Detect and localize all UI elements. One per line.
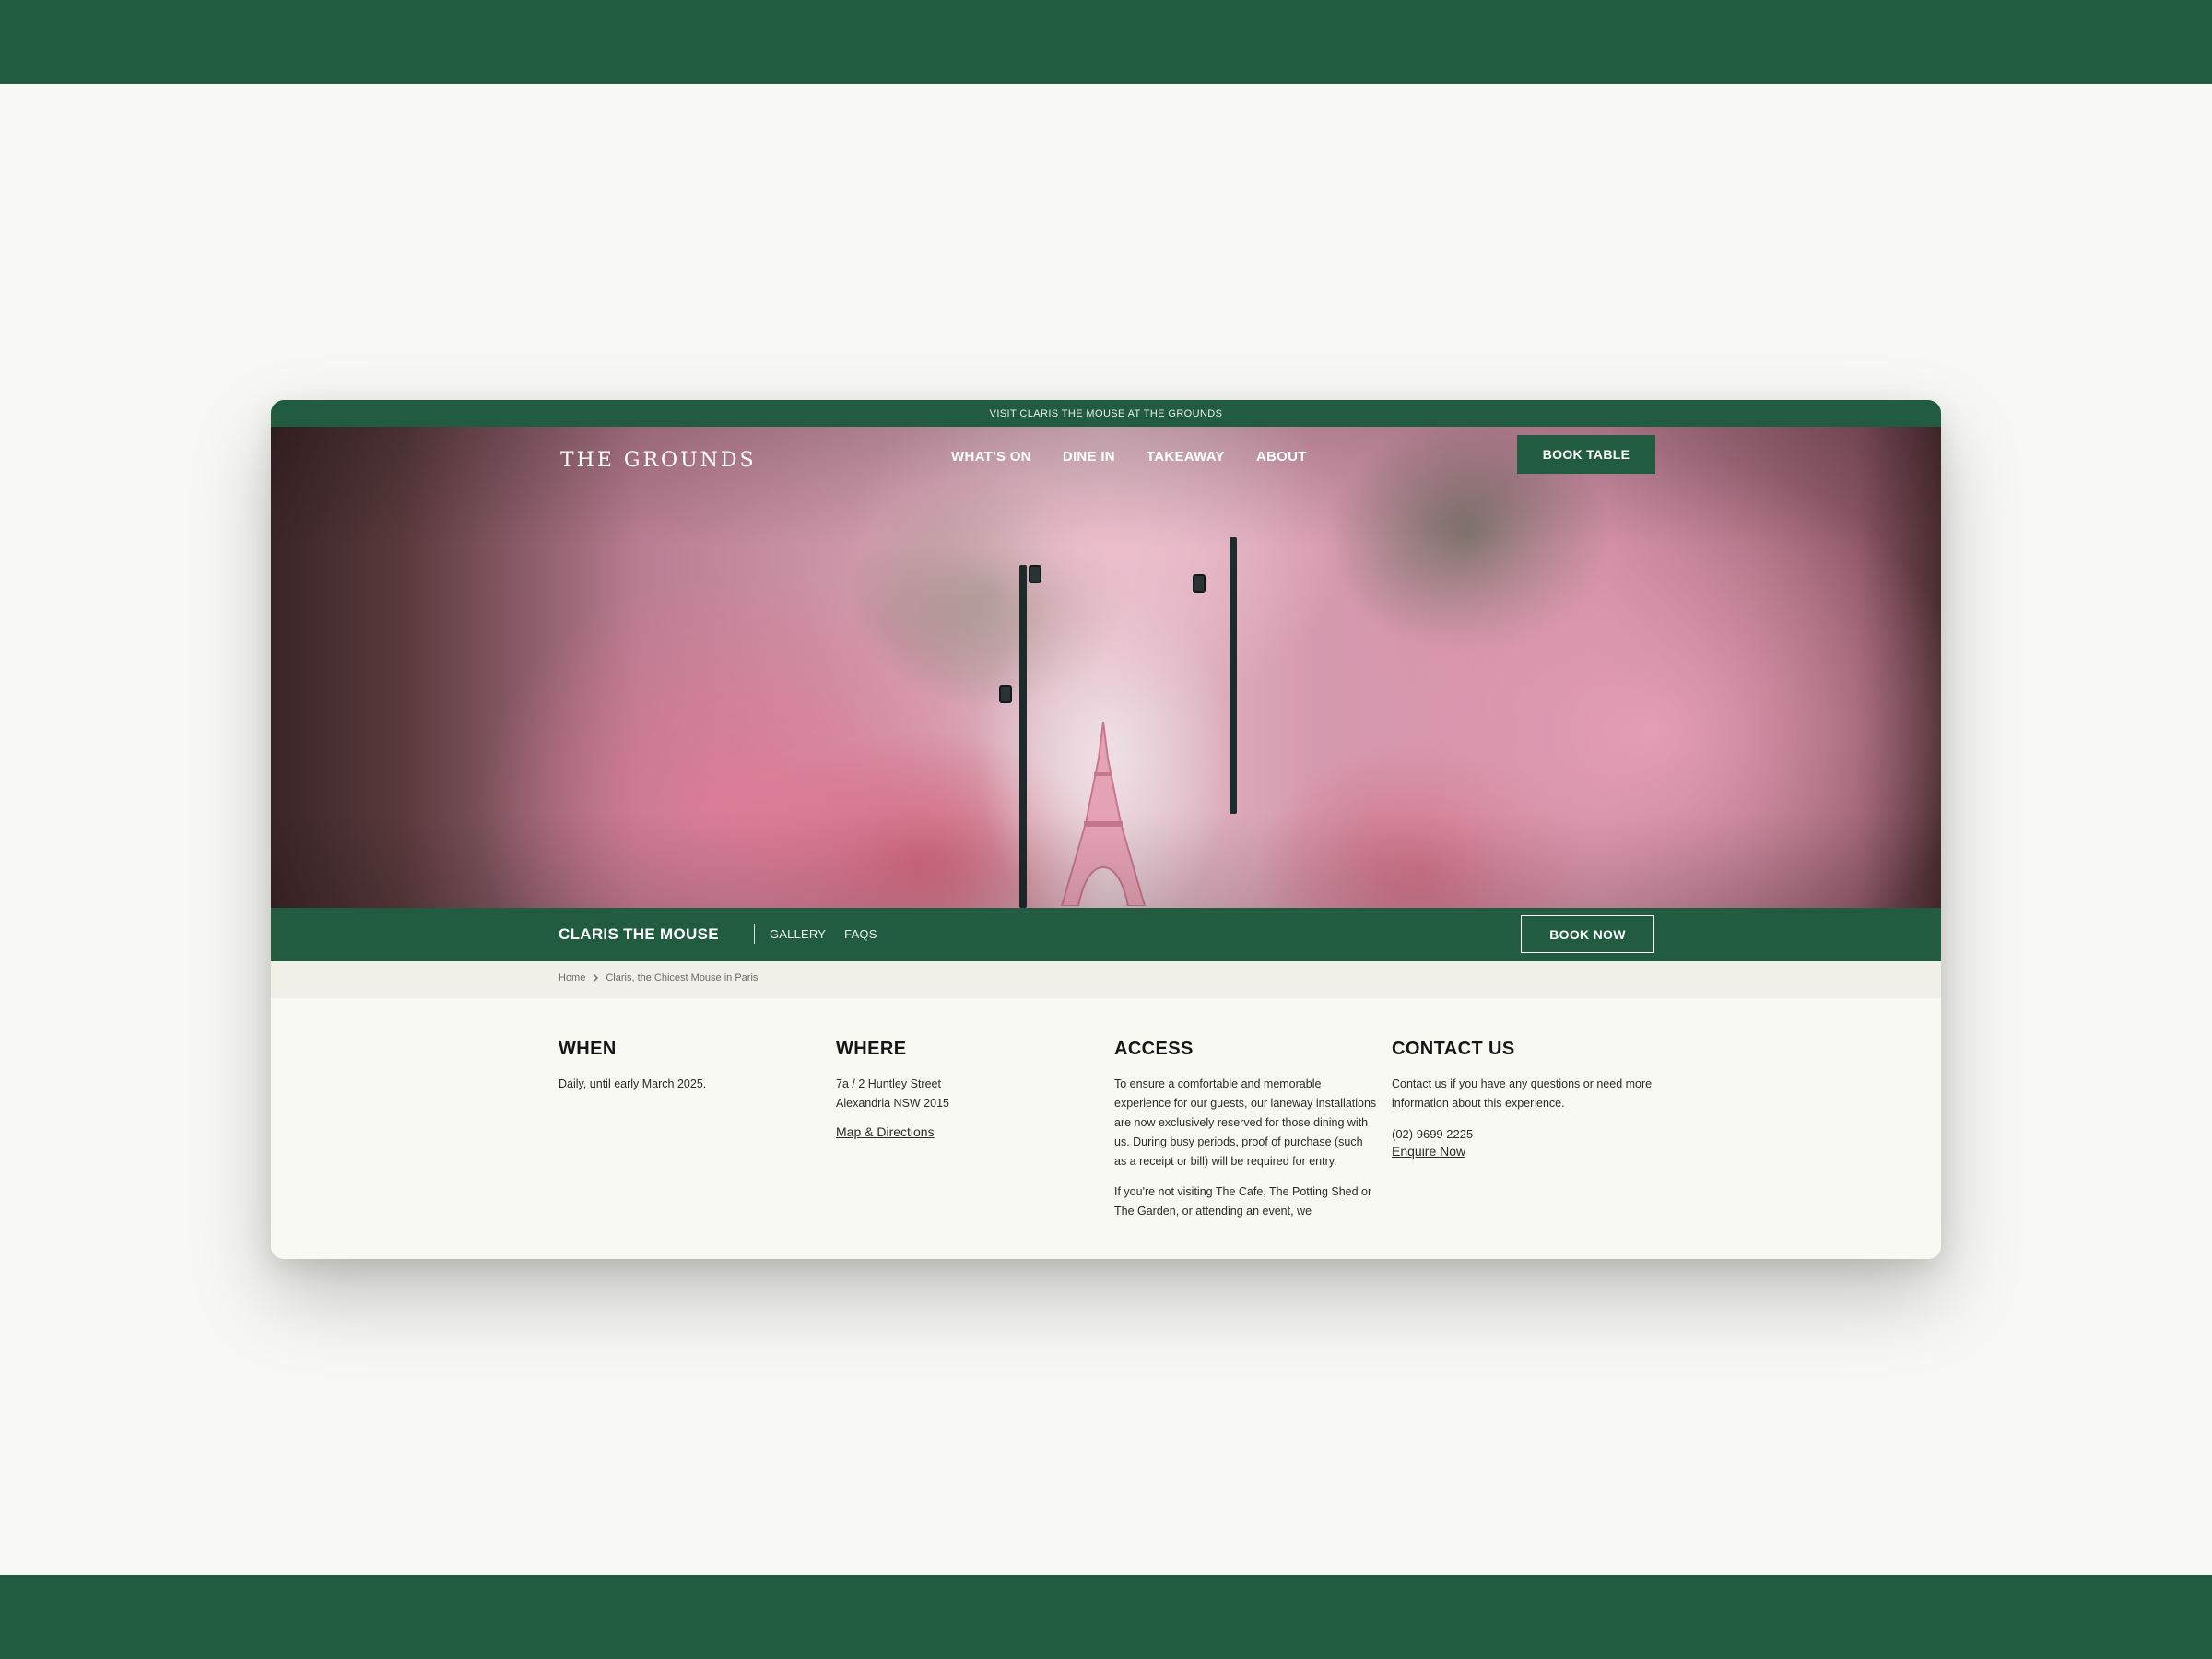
access-heading: ACCESS bbox=[1114, 1039, 1194, 1059]
nav-takeaway[interactable]: TAKEAWAY bbox=[1147, 449, 1225, 465]
contact-heading: CONTACT US bbox=[1392, 1039, 1515, 1059]
main-nav: WHAT'S ON DINE IN TAKEAWAY ABOUT bbox=[951, 449, 1307, 465]
contact-text: Contact us if you have any questions or … bbox=[1392, 1077, 1653, 1110]
access-paragraph-2: If you're not visiting The Cafe, The Pot… bbox=[1114, 1185, 1372, 1218]
subnav-divider bbox=[754, 924, 755, 944]
when-heading: WHEN bbox=[559, 1039, 617, 1059]
top-green-band bbox=[0, 0, 2212, 84]
map-directions-link[interactable]: Map & Directions bbox=[836, 1124, 935, 1139]
enquire-now-link[interactable]: Enquire Now bbox=[1392, 1144, 1465, 1159]
when-column: WHEN Daily, until early March 2025. bbox=[559, 1039, 821, 1105]
experience-title[interactable]: CLARIS THE MOUSE bbox=[559, 925, 719, 944]
nav-about[interactable]: ABOUT bbox=[1256, 449, 1307, 465]
access-paragraph-1: To ensure a comfortable and memorable ex… bbox=[1114, 1077, 1377, 1168]
breadcrumb-home[interactable]: Home bbox=[559, 972, 585, 983]
book-now-button[interactable]: BOOK NOW bbox=[1521, 915, 1654, 953]
contact-phone[interactable]: (02) 9699 2225 bbox=[1392, 1124, 1654, 1144]
hero-image: THE GROUNDS WHAT'S ON DINE IN TAKEAWAY A… bbox=[271, 427, 1941, 908]
site-logo[interactable]: THE GROUNDS bbox=[560, 449, 757, 472]
announcement-text[interactable]: VISIT CLARIS THE MOUSE AT THE GROUNDS bbox=[990, 408, 1223, 419]
subnav-gallery[interactable]: GALLERY bbox=[770, 927, 826, 941]
breadcrumb-current: Claris, the Chicest Mouse in Paris bbox=[606, 972, 759, 983]
where-column: WHERE 7a / 2 Huntley Street Alexandria N… bbox=[836, 1039, 1099, 1141]
contact-column: CONTACT US Contact us if you have any qu… bbox=[1392, 1039, 1654, 1160]
website-window: VISIT CLARIS THE MOUSE AT THE GROUNDS TH… bbox=[271, 400, 1941, 1259]
book-table-button[interactable]: BOOK TABLE bbox=[1517, 435, 1655, 474]
breadcrumb: Home Claris, the Chicest Mouse in Paris bbox=[559, 972, 758, 983]
where-address: 7a / 2 Huntley Street Alexandria NSW 201… bbox=[836, 1075, 1099, 1113]
nav-whats-on[interactable]: WHAT'S ON bbox=[951, 449, 1031, 465]
experience-subnav: CLARIS THE MOUSE GALLERY FAQS BOOK NOW bbox=[271, 908, 1941, 961]
chevron-right-icon bbox=[593, 973, 599, 982]
announcement-bar[interactable]: VISIT CLARIS THE MOUSE AT THE GROUNDS bbox=[271, 400, 1941, 427]
bottom-green-band bbox=[0, 1575, 2212, 1659]
nav-dine-in[interactable]: DINE IN bbox=[1063, 449, 1115, 465]
subnav-links: GALLERY FAQS bbox=[770, 927, 877, 941]
access-column: ACCESS To ensure a comfortable and memor… bbox=[1114, 1039, 1377, 1232]
hero-shade-overlay bbox=[271, 427, 1941, 908]
subnav-faqs[interactable]: FAQS bbox=[844, 927, 877, 941]
when-text: Daily, until early March 2025. bbox=[559, 1077, 707, 1090]
info-section: WHEN Daily, until early March 2025. WHER… bbox=[271, 998, 1941, 1259]
address-line-1: 7a / 2 Huntley Street bbox=[836, 1077, 941, 1090]
breadcrumb-bar: Home Claris, the Chicest Mouse in Paris bbox=[271, 961, 1941, 998]
where-heading: WHERE bbox=[836, 1039, 907, 1059]
address-line-2: Alexandria NSW 2015 bbox=[836, 1097, 949, 1110]
